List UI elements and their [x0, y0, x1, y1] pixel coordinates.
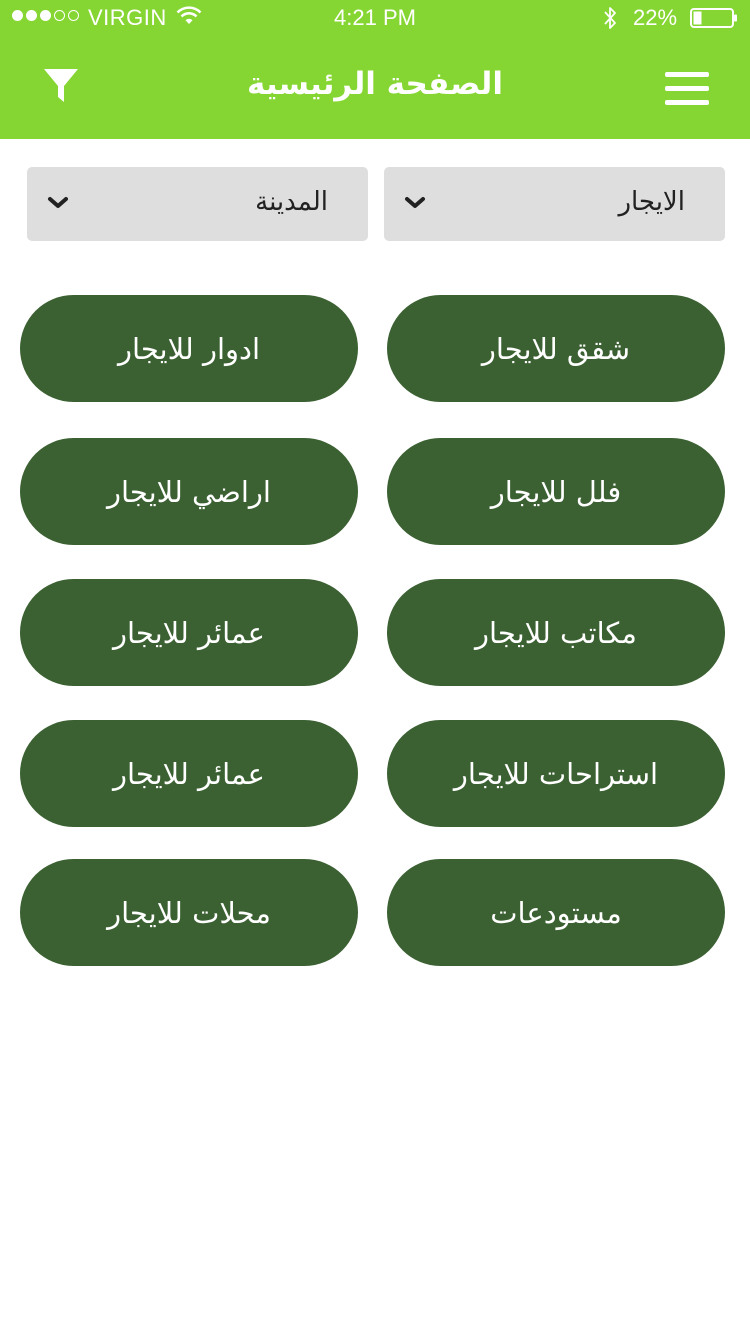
category-shops-button[interactable]: محلات للايجار [20, 859, 358, 966]
status-bar: VIRGIN 4:21 PM 22% [0, 0, 750, 36]
battery-icon [690, 8, 737, 28]
navigation-bar: الصفحة الرئيسية [0, 36, 750, 139]
category-rest-houses-button[interactable]: استراحات للايجار [387, 720, 725, 827]
category-buildings-button-2[interactable]: عمائر للايجار [20, 720, 358, 827]
category-warehouses-button[interactable]: مستودعات [387, 859, 725, 966]
hamburger-menu-icon[interactable] [665, 72, 711, 106]
rent-type-select[interactable]: الايجار [384, 167, 725, 241]
category-buildings-button[interactable]: عمائر للايجار [20, 579, 358, 686]
category-apartments-button[interactable]: شقق للايجار [387, 295, 725, 402]
category-offices-button[interactable]: مكاتب للايجار [387, 579, 725, 686]
category-floors-button[interactable]: ادوار للايجار [20, 295, 358, 402]
rent-type-value: الايجار [618, 187, 685, 217]
app-header: VIRGIN 4:21 PM 22% الصفحة الرئيسية [0, 0, 750, 139]
bluetooth-icon [604, 7, 616, 29]
city-value: المدينة [255, 187, 328, 217]
category-lands-button[interactable]: اراضي للايجار [20, 438, 358, 545]
page-title: الصفحة الرئيسية [247, 66, 503, 102]
chevron-down-icon [405, 197, 425, 208]
chevron-down-icon [48, 197, 68, 208]
city-select[interactable]: المدينة [27, 167, 368, 241]
category-villas-button[interactable]: فلل للايجار [387, 438, 725, 545]
battery-percent: 22% [633, 5, 678, 30]
